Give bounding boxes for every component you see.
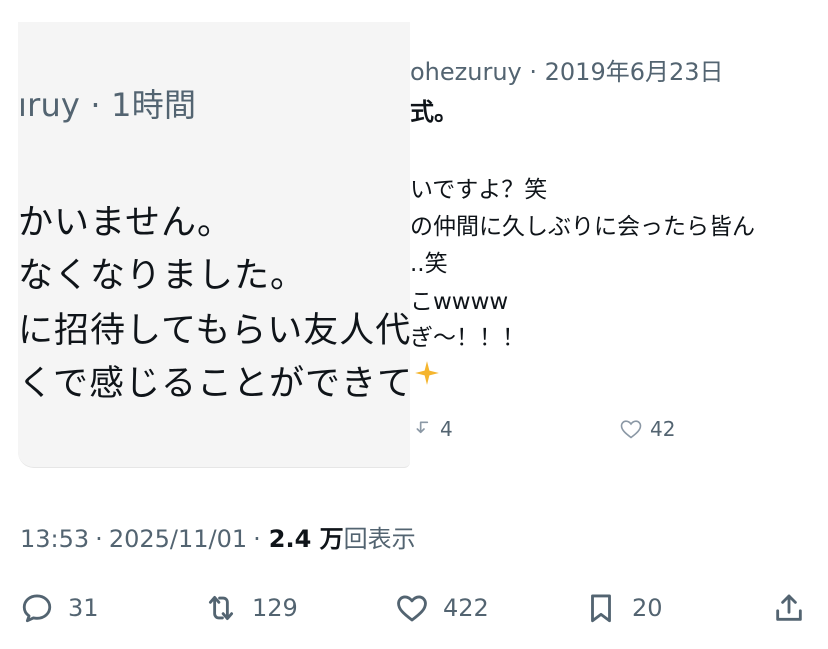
views-label: 回表示	[343, 525, 416, 553]
image-retweet-count: 4	[414, 417, 453, 441]
reply-count: 31	[68, 594, 99, 622]
image-text-line: かいません。	[18, 203, 233, 243]
tweet-date[interactable]: 2025/11/01	[109, 525, 247, 553]
tweet-time[interactable]: 13:53	[20, 525, 89, 553]
image-text-line: ぎ〜！！！	[410, 325, 525, 351]
views-count: 2.4 万	[268, 525, 344, 553]
sparkle-icon	[415, 361, 439, 385]
image-meta-text: ıruy · 1時間	[18, 86, 197, 124]
separator-dot: ·	[253, 525, 261, 553]
reply-icon	[22, 594, 52, 623]
image-like-count-value: 42	[650, 417, 676, 441]
share-icon	[776, 594, 802, 621]
image-text-line: いですよ？笑	[410, 177, 548, 203]
separator-dot: ·	[95, 525, 103, 553]
retweet-button[interactable]: 129	[204, 586, 298, 630]
retweet-count: 129	[252, 594, 298, 622]
retweet-icon	[416, 421, 429, 434]
bookmark-icon	[591, 594, 611, 623]
reply-button[interactable]: 31	[20, 586, 99, 630]
tweet-timestamp-row: 13:53 · 2025/11/01 · 2.4 万 回表示	[20, 519, 416, 554]
image-text-line: に招待してもらい友人代	[18, 311, 410, 351]
like-button[interactable]: 422	[395, 586, 489, 630]
image-text-line: くで感じることができて	[18, 364, 410, 404]
tweet-action-bar: 31 129 422 20	[0, 586, 828, 630]
image-text-line: こwwww	[410, 289, 509, 315]
heart-icon	[620, 420, 642, 439]
bookmark-count: 20	[632, 594, 663, 622]
media-image-left[interactable]: ıruy · 1時間 かいません。 なくなりました。 に招待してもらい友人代 く…	[18, 22, 410, 468]
image-title-text: 式。	[410, 98, 458, 126]
image-text-line: ..笑	[410, 251, 448, 277]
share-button[interactable]	[772, 586, 806, 630]
image-retweet-count-value: 4	[440, 417, 453, 441]
image-text-line: なくなりました。	[18, 256, 307, 296]
like-count: 422	[443, 594, 489, 622]
image-like-count: 42	[618, 417, 675, 441]
media-image-right[interactable]: ohezuruy · 2019年6月23日 式。 いですよ？笑 の仲間に久しぶり…	[410, 22, 828, 468]
heart-icon	[397, 595, 427, 622]
image-text-line: の仲間に久しぶりに会ったら皆ん	[410, 214, 755, 240]
retweet-icon	[208, 595, 234, 621]
bookmark-button[interactable]: 20	[584, 586, 663, 630]
image-meta-text: ohezuruy · 2019年6月23日	[410, 58, 724, 86]
